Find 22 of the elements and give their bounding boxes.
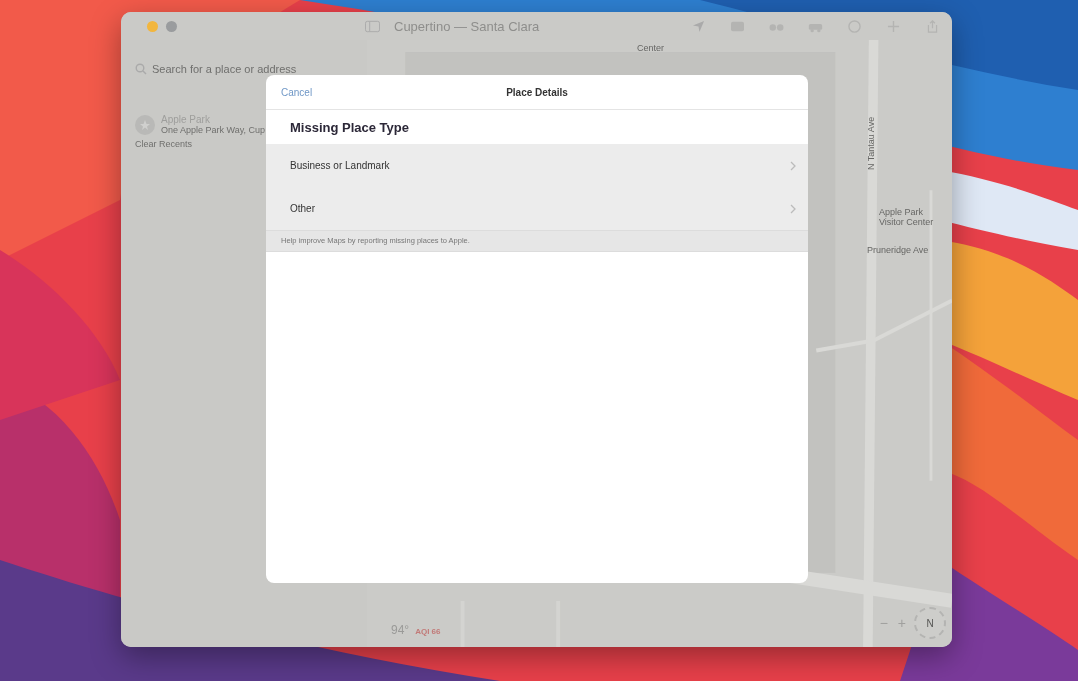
minimize-button[interactable]	[147, 20, 158, 32]
map-label: N Tantau Ave	[867, 116, 877, 170]
zoom-out-button[interactable]: −	[877, 615, 890, 631]
map-label: Center	[637, 44, 664, 54]
section-title: Missing Place Type	[289, 119, 410, 137]
location-arrow-icon[interactable]	[691, 19, 706, 33]
map-label: Pruneridge Ave	[867, 246, 929, 256]
chevron-icon	[790, 160, 796, 171]
air-quality-index: AQI 66	[415, 627, 441, 636]
option-row[interactable]: Business or Landmark	[266, 144, 808, 187]
sheet-title: Place Details	[506, 86, 568, 98]
compass-button[interactable]: N	[914, 607, 946, 639]
option-row[interactable]: Other	[266, 187, 808, 230]
search-field[interactable]: Search for a place or address	[135, 58, 353, 80]
cancel-button[interactable]: Cancel	[281, 87, 313, 98]
chevron-icon	[790, 203, 796, 214]
recent-address: One Apple Park Way, Cup	[161, 125, 266, 135]
window-title: Cupertino — Santa Clara	[394, 18, 540, 34]
zoom-button[interactable]	[166, 20, 177, 32]
search-icon	[135, 63, 147, 75]
sidebar-icon[interactable]	[365, 19, 380, 33]
map-label: Apple Park Visitor Center	[879, 208, 935, 228]
